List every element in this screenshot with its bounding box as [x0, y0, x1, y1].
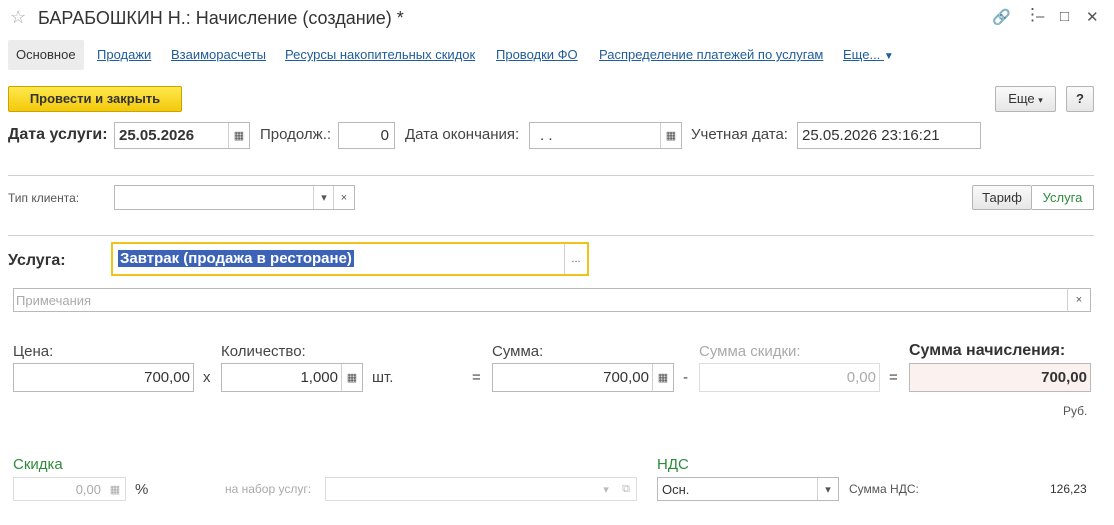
sum-field[interactable]: 700,00 ▦: [492, 363, 674, 392]
maximize-icon[interactable]: □: [1060, 8, 1069, 25]
service-toggle[interactable]: Услуга: [1032, 185, 1094, 210]
account-date-field[interactable]: 25.05.2026 23:16:21: [797, 122, 981, 149]
divider: [8, 235, 1094, 236]
service-label: Услуга:: [8, 252, 66, 269]
sum-label: Сумма:: [492, 343, 544, 360]
sum-value: 700,00: [603, 369, 649, 386]
chevron-down-icon: ▼: [883, 51, 894, 62]
qty-field[interactable]: 1,000 ▦: [221, 363, 363, 392]
minimize-icon[interactable]: –: [1036, 8, 1044, 25]
qty-value: 1,000: [300, 369, 338, 386]
service-date-value: 25.05.2026: [119, 127, 195, 144]
tab-discount-resources[interactable]: Ресурсы накопительных скидок: [285, 40, 475, 70]
equals-sign: =: [889, 369, 898, 386]
equals-sign: =: [472, 369, 481, 386]
duration-label: Продолж.:: [260, 126, 332, 143]
qty-label: Количество:: [221, 343, 306, 360]
calculator-icon[interactable]: ▦: [341, 364, 362, 391]
link-icon[interactable]: 🔗: [992, 8, 1011, 26]
duration-field[interactable]: 0: [338, 122, 395, 149]
calculator-icon: ▦: [109, 483, 121, 496]
notes-placeholder: Примечания: [16, 293, 92, 308]
discount-value: 0,00: [75, 482, 101, 497]
dropdown-arrow-icon: ▾: [603, 483, 609, 496]
clear-icon[interactable]: ×: [333, 186, 354, 209]
close-icon[interactable]: ✕: [1086, 8, 1099, 26]
total-field: 700,00: [909, 363, 1091, 392]
minus-sign: -: [683, 369, 688, 386]
price-label: Цена:: [13, 343, 54, 360]
currency-label: Руб.: [1063, 404, 1088, 418]
end-date-value: . .: [540, 127, 553, 144]
tab-sales[interactable]: Продажи: [97, 40, 151, 70]
tab-settlements[interactable]: Взаиморасчеты: [171, 40, 266, 70]
discount-sum-label: Сумма скидки:: [699, 343, 801, 360]
tab-more-label: Еще...: [843, 47, 881, 62]
tab-more[interactable]: Еще... ▼: [843, 40, 894, 70]
select-ellipsis-icon[interactable]: ...: [564, 244, 587, 274]
chevron-down-icon: ▾: [1038, 95, 1043, 105]
dropdown-arrow-icon[interactable]: ▾: [817, 478, 838, 500]
vat-label: НДС: [657, 456, 689, 473]
post-and-close-button[interactable]: Провести и закрыть: [8, 86, 182, 112]
percent-sign: %: [135, 481, 149, 498]
discount-label: Скидка: [13, 456, 63, 473]
calendar-icon[interactable]: ▦: [660, 123, 681, 148]
clear-icon[interactable]: ×: [1067, 289, 1090, 311]
service-date-field[interactable]: 25.05.2026 ▦: [114, 122, 250, 149]
more-actions-label: Еще: [1008, 91, 1035, 106]
calendar-icon[interactable]: ▦: [228, 123, 249, 148]
vat-sum-label: Сумма НДС:: [849, 482, 919, 496]
service-set-select: ▾ ⧉: [325, 477, 637, 501]
discount-field: 0,00 ▦: [13, 477, 126, 501]
account-date-label: Учетная дата:: [691, 126, 788, 143]
service-value: Завтрак (продажа в ресторане): [118, 250, 354, 267]
service-set-label: на набор услуг:: [225, 482, 312, 496]
divider: [8, 175, 1094, 176]
dropdown-arrow-icon[interactable]: ▾: [313, 186, 334, 209]
help-button[interactable]: ?: [1066, 86, 1094, 112]
more-actions-button[interactable]: Еще ▾: [995, 86, 1056, 112]
discount-sum-field: 0,00: [699, 363, 880, 392]
end-date-field[interactable]: . . ▦: [529, 122, 682, 149]
tab-postings[interactable]: Проводки ФО: [496, 40, 578, 70]
service-field[interactable]: Завтрак (продажа в ресторане) ...: [111, 242, 589, 276]
calculator-icon[interactable]: ▦: [652, 364, 673, 391]
end-date-label: Дата окончания:: [405, 126, 520, 143]
price-field[interactable]: 700,00: [13, 363, 194, 392]
open-icon: ⧉: [622, 482, 630, 495]
vat-sum-value: 126,23: [1050, 482, 1087, 496]
vat-select[interactable]: Осн. ▾: [657, 477, 839, 501]
total-label: Сумма начисления:: [909, 342, 1066, 359]
client-type-select[interactable]: ▾ ×: [114, 185, 355, 210]
vat-value: Осн.: [662, 482, 690, 497]
tab-payment-distribution[interactable]: Распределение платежей по услугам: [599, 40, 823, 70]
unit-label: шт.: [372, 369, 394, 386]
multiply-sign: x: [203, 369, 211, 386]
favorite-star-icon[interactable]: ☆: [10, 7, 26, 28]
tab-main[interactable]: Основное: [8, 40, 84, 70]
client-type-label: Тип клиента:: [8, 191, 80, 205]
window-title: БАРАБОШКИН Н.: Начисление (создание) *: [38, 8, 404, 28]
tariff-toggle[interactable]: Тариф: [972, 185, 1032, 210]
notes-field[interactable]: Примечания ×: [13, 288, 1091, 312]
service-date-label: Дата услуги:: [8, 126, 108, 143]
